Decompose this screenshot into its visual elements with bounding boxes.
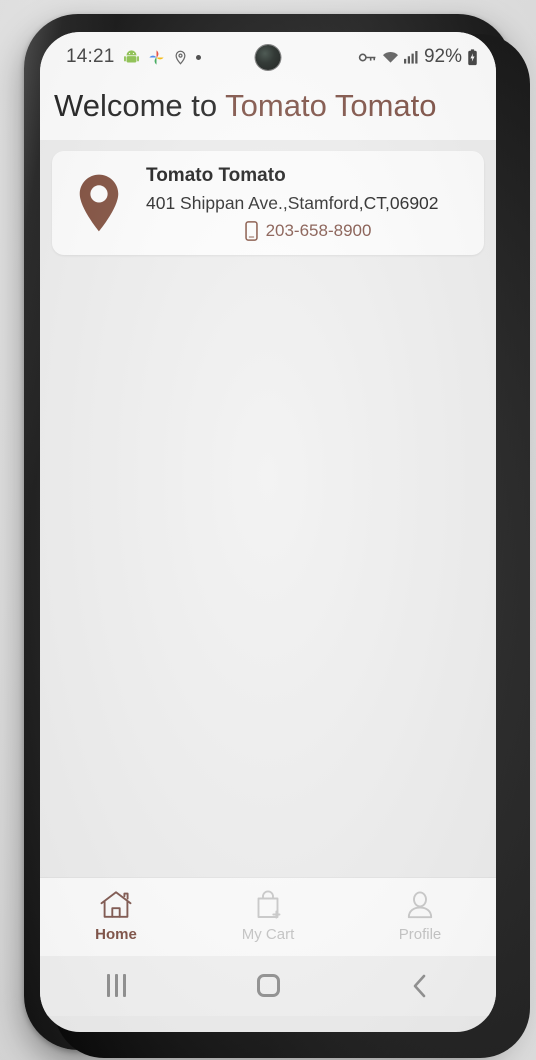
nav-label-profile: Profile: [398, 926, 442, 944]
location-pin-icon: [173, 49, 188, 66]
nav-item-profile[interactable]: Profile: [344, 890, 496, 943]
nav-label-my-cart: My Cart: [241, 926, 295, 944]
dot-icon: [195, 54, 201, 60]
status-bar: 14:21 92%: [40, 32, 496, 82]
status-time: 14:21: [66, 46, 115, 67]
battery-percent: 92%: [423, 46, 462, 67]
store-phone-row[interactable]: 203-658-8900: [146, 221, 470, 241]
android-home-button[interactable]: [192, 974, 344, 998]
vpn-key-icon: [358, 50, 377, 65]
location-pin-icon: [72, 172, 126, 234]
android-navigation-bar: [40, 955, 496, 1016]
smartphone-icon: [244, 220, 258, 241]
status-bar-left: 14:21: [66, 46, 201, 68]
person-icon: [404, 890, 436, 920]
store-pin-wrap: [62, 172, 136, 234]
bottom-navigation: Home My Cart Profile: [40, 876, 496, 956]
photo-scene: 14:21 92% Welcome to Tomato Tomato Tomat…: [0, 0, 536, 1060]
store-name: Tomato Tomato: [146, 164, 286, 186]
store-address: 401 Shippan Ave.,Stamford,CT,06902: [146, 192, 439, 213]
recent-apps-icon: [106, 974, 126, 998]
google-photos-icon: [148, 49, 165, 66]
brand-name: Tomato Tomato: [225, 88, 437, 123]
recent-apps-button[interactable]: [40, 974, 192, 998]
nav-item-home[interactable]: Home: [40, 890, 192, 943]
nav-item-my-cart[interactable]: My Cart: [192, 890, 344, 943]
back-chevron-icon: [410, 973, 430, 999]
welcome-text: Welcome to: [54, 88, 226, 123]
store-info: Tomato Tomato 401 Shippan Ave.,Stamford,…: [146, 165, 470, 241]
cellular-signal-icon: [403, 50, 419, 64]
wifi-icon: [382, 50, 399, 65]
shopping-bag-add-icon: [252, 890, 284, 920]
page-title: Welcome to Tomato Tomato: [54, 88, 496, 124]
android-robot-icon: [123, 49, 140, 66]
nav-label-home: Home: [95, 926, 137, 944]
status-bar-right: 92%: [358, 46, 478, 68]
store-phone[interactable]: 203-658-8900: [266, 221, 372, 241]
store-card[interactable]: Tomato Tomato 401 Shippan Ave.,Stamford,…: [52, 150, 484, 255]
home-square-icon: [256, 974, 280, 998]
battery-charging-icon: [467, 48, 478, 66]
app-header: Welcome to Tomato Tomato: [40, 82, 496, 140]
home-icon: [99, 890, 133, 920]
android-back-button[interactable]: [344, 973, 496, 999]
main-content: Tomato Tomato 401 Shippan Ave.,Stamford,…: [40, 139, 496, 877]
front-camera-punch-hole: [255, 45, 281, 70]
phone-screen: 14:21 92% Welcome to Tomato Tomato Tomat…: [40, 32, 496, 1032]
